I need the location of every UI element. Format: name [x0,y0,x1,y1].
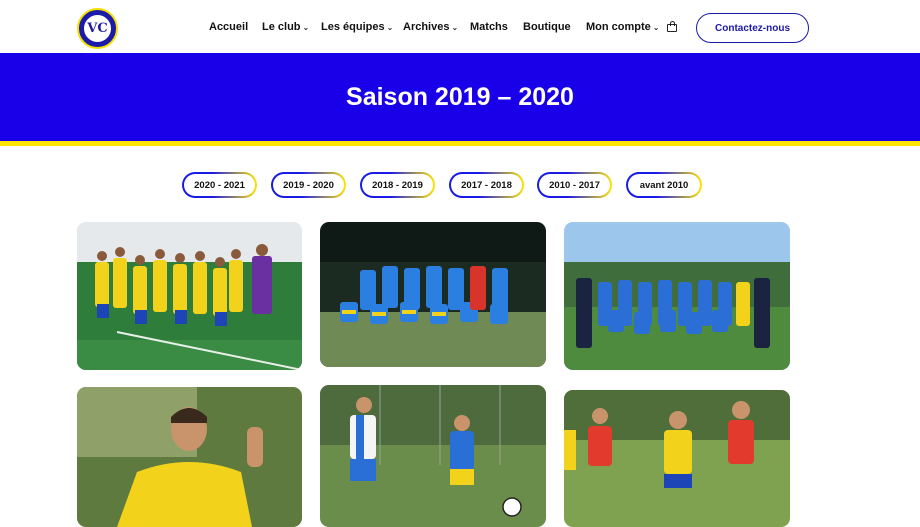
nav-item-archives[interactable]: Archives ⌄ [403,21,458,33]
nav-item-label: Matchs [470,21,508,33]
team-photo-yellow-kit[interactable] [77,222,302,370]
team-photo-blue-kit-night[interactable] [320,222,546,367]
season-pill-2019-2020[interactable]: 2019 - 2020 [271,172,346,198]
club-logo[interactable]: VC [77,8,118,49]
season-pill-avant-2010[interactable]: avant 2010 [626,172,702,198]
season-pill-2020-2021[interactable]: 2020 - 2021 [182,172,257,198]
club-logo-text: VC [87,21,108,36]
contact-button[interactable]: Contactez-nous [696,13,809,43]
nav-item-les-equipes[interactable]: Les équipes ⌄ [321,21,393,33]
site-header: VC Accueil Le club ⌄ Les équipes ⌄ Archive… [0,0,920,53]
nav-item-boutique[interactable]: Boutique [523,21,571,33]
page-title: Saison 2019 – 2020 [346,83,574,111]
shopping-bag-icon[interactable] [667,21,677,32]
season-pill-2017-2018[interactable]: 2017 - 2018 [449,172,524,198]
team-photo-blue-kit-staff[interactable] [564,222,790,370]
banner-accent-strip [0,141,920,146]
chevron-down-icon: ⌄ [386,23,394,32]
match-action-yellow-vs-red[interactable] [564,390,790,527]
nav-item-label: Archives [403,21,450,33]
nav-item-matchs[interactable]: Matchs [470,21,508,33]
season-pill-label: 2020 - 2021 [194,179,245,191]
contact-button-label: Contactez-nous [715,22,790,34]
nav-item-le-club[interactable]: Le club ⌄ [262,21,309,33]
chevron-down-icon: ⌄ [302,23,310,32]
season-pill-label: avant 2010 [639,179,689,191]
season-pill-label: 2019 - 2020 [283,179,334,191]
nav-item-label: Mon compte [586,21,651,33]
season-pill-2018-2019[interactable]: 2018 - 2019 [360,172,435,198]
player-portrait-yellow-kit[interactable] [77,387,302,527]
season-pill-2010-2017[interactable]: 2010 - 2017 [537,172,612,198]
season-banner: Saison 2019 – 2020 [0,53,920,141]
season-pill-label: 2017 - 2018 [461,179,512,191]
nav-item-label: Le club [262,21,301,33]
nav-item-label: Accueil [209,21,249,33]
nav-item-accueil[interactable]: Accueil [209,21,248,33]
nav-item-mon-compte[interactable]: Mon compte ⌄ [586,21,659,33]
chevron-down-icon: ⌄ [451,23,459,32]
club-logo-emblem: VC [82,13,113,44]
match-action-blue-kit[interactable] [320,385,546,527]
nav-item-label: Boutique [523,21,571,33]
season-pill-label: 2010 - 2017 [549,179,600,191]
chevron-down-icon: ⌄ [652,23,660,32]
nav-item-label: Les équipes [321,21,385,33]
season-pill-label: 2018 - 2019 [372,179,423,191]
